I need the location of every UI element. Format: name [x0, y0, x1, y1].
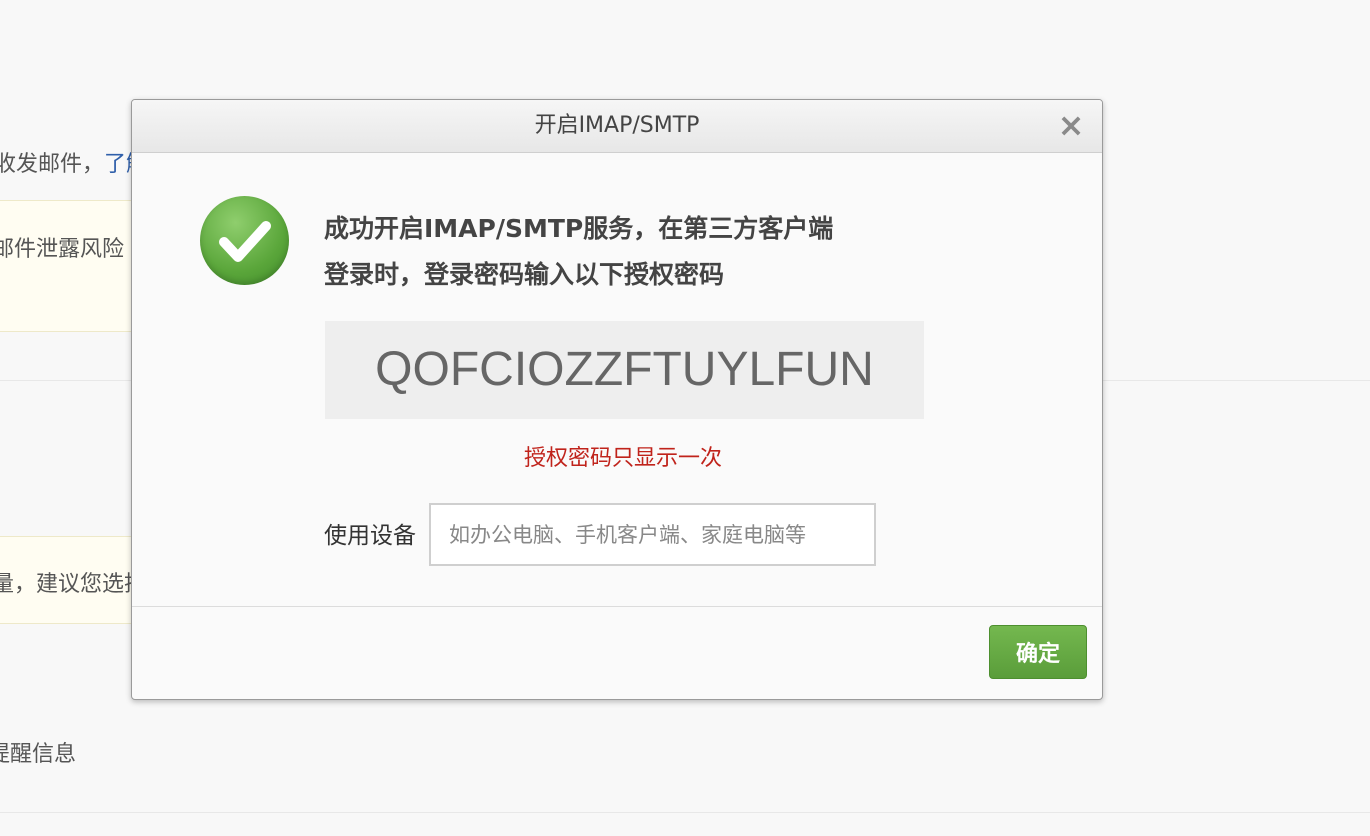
success-message-line: 登录时，登录密码输入以下授权密码: [324, 260, 725, 289]
background-notice-box: [0, 200, 141, 332]
success-message-line: 成功开启IMAP/SMTP服务，在第三方客户端: [324, 214, 834, 243]
auth-code[interactable]: QOFCIOZZFTUYLFUN: [325, 321, 924, 419]
success-message: 成功开启IMAP/SMTP服务，在第三方客户端 登录时，登录密码输入以下授权密码: [324, 206, 924, 298]
device-input[interactable]: [429, 503, 876, 566]
background-divider: [0, 812, 1370, 813]
confirm-button[interactable]: 确定: [989, 625, 1087, 679]
dialog-footer-divider: [132, 606, 1102, 607]
background-notice-text: 邮件泄露风险: [0, 237, 125, 262]
background-notice-text: 量，建议您选择: [0, 572, 147, 597]
check-icon: [200, 196, 289, 285]
background-text-send-mail: 收发邮件，了解: [0, 146, 148, 178]
auth-code-warning: 授权密码只显示一次: [523, 446, 722, 471]
auth-code-box: QOFCIOZZFTUYLFUN: [325, 321, 924, 419]
dialog-header: 开启IMAP/SMTP ×: [132, 100, 1102, 153]
background-text: 收发邮件，: [0, 152, 105, 177]
dialog-title: 开启IMAP/SMTP: [534, 113, 700, 138]
imap-smtp-dialog: 开启IMAP/SMTP × 成功开启IMAP/SMTP服务，在第三方客户端 登录…: [131, 99, 1103, 700]
device-label: 使用设备: [324, 523, 416, 549]
close-icon[interactable]: ×: [1056, 109, 1086, 141]
background-reminder-text: 提醒信息: [0, 742, 77, 767]
